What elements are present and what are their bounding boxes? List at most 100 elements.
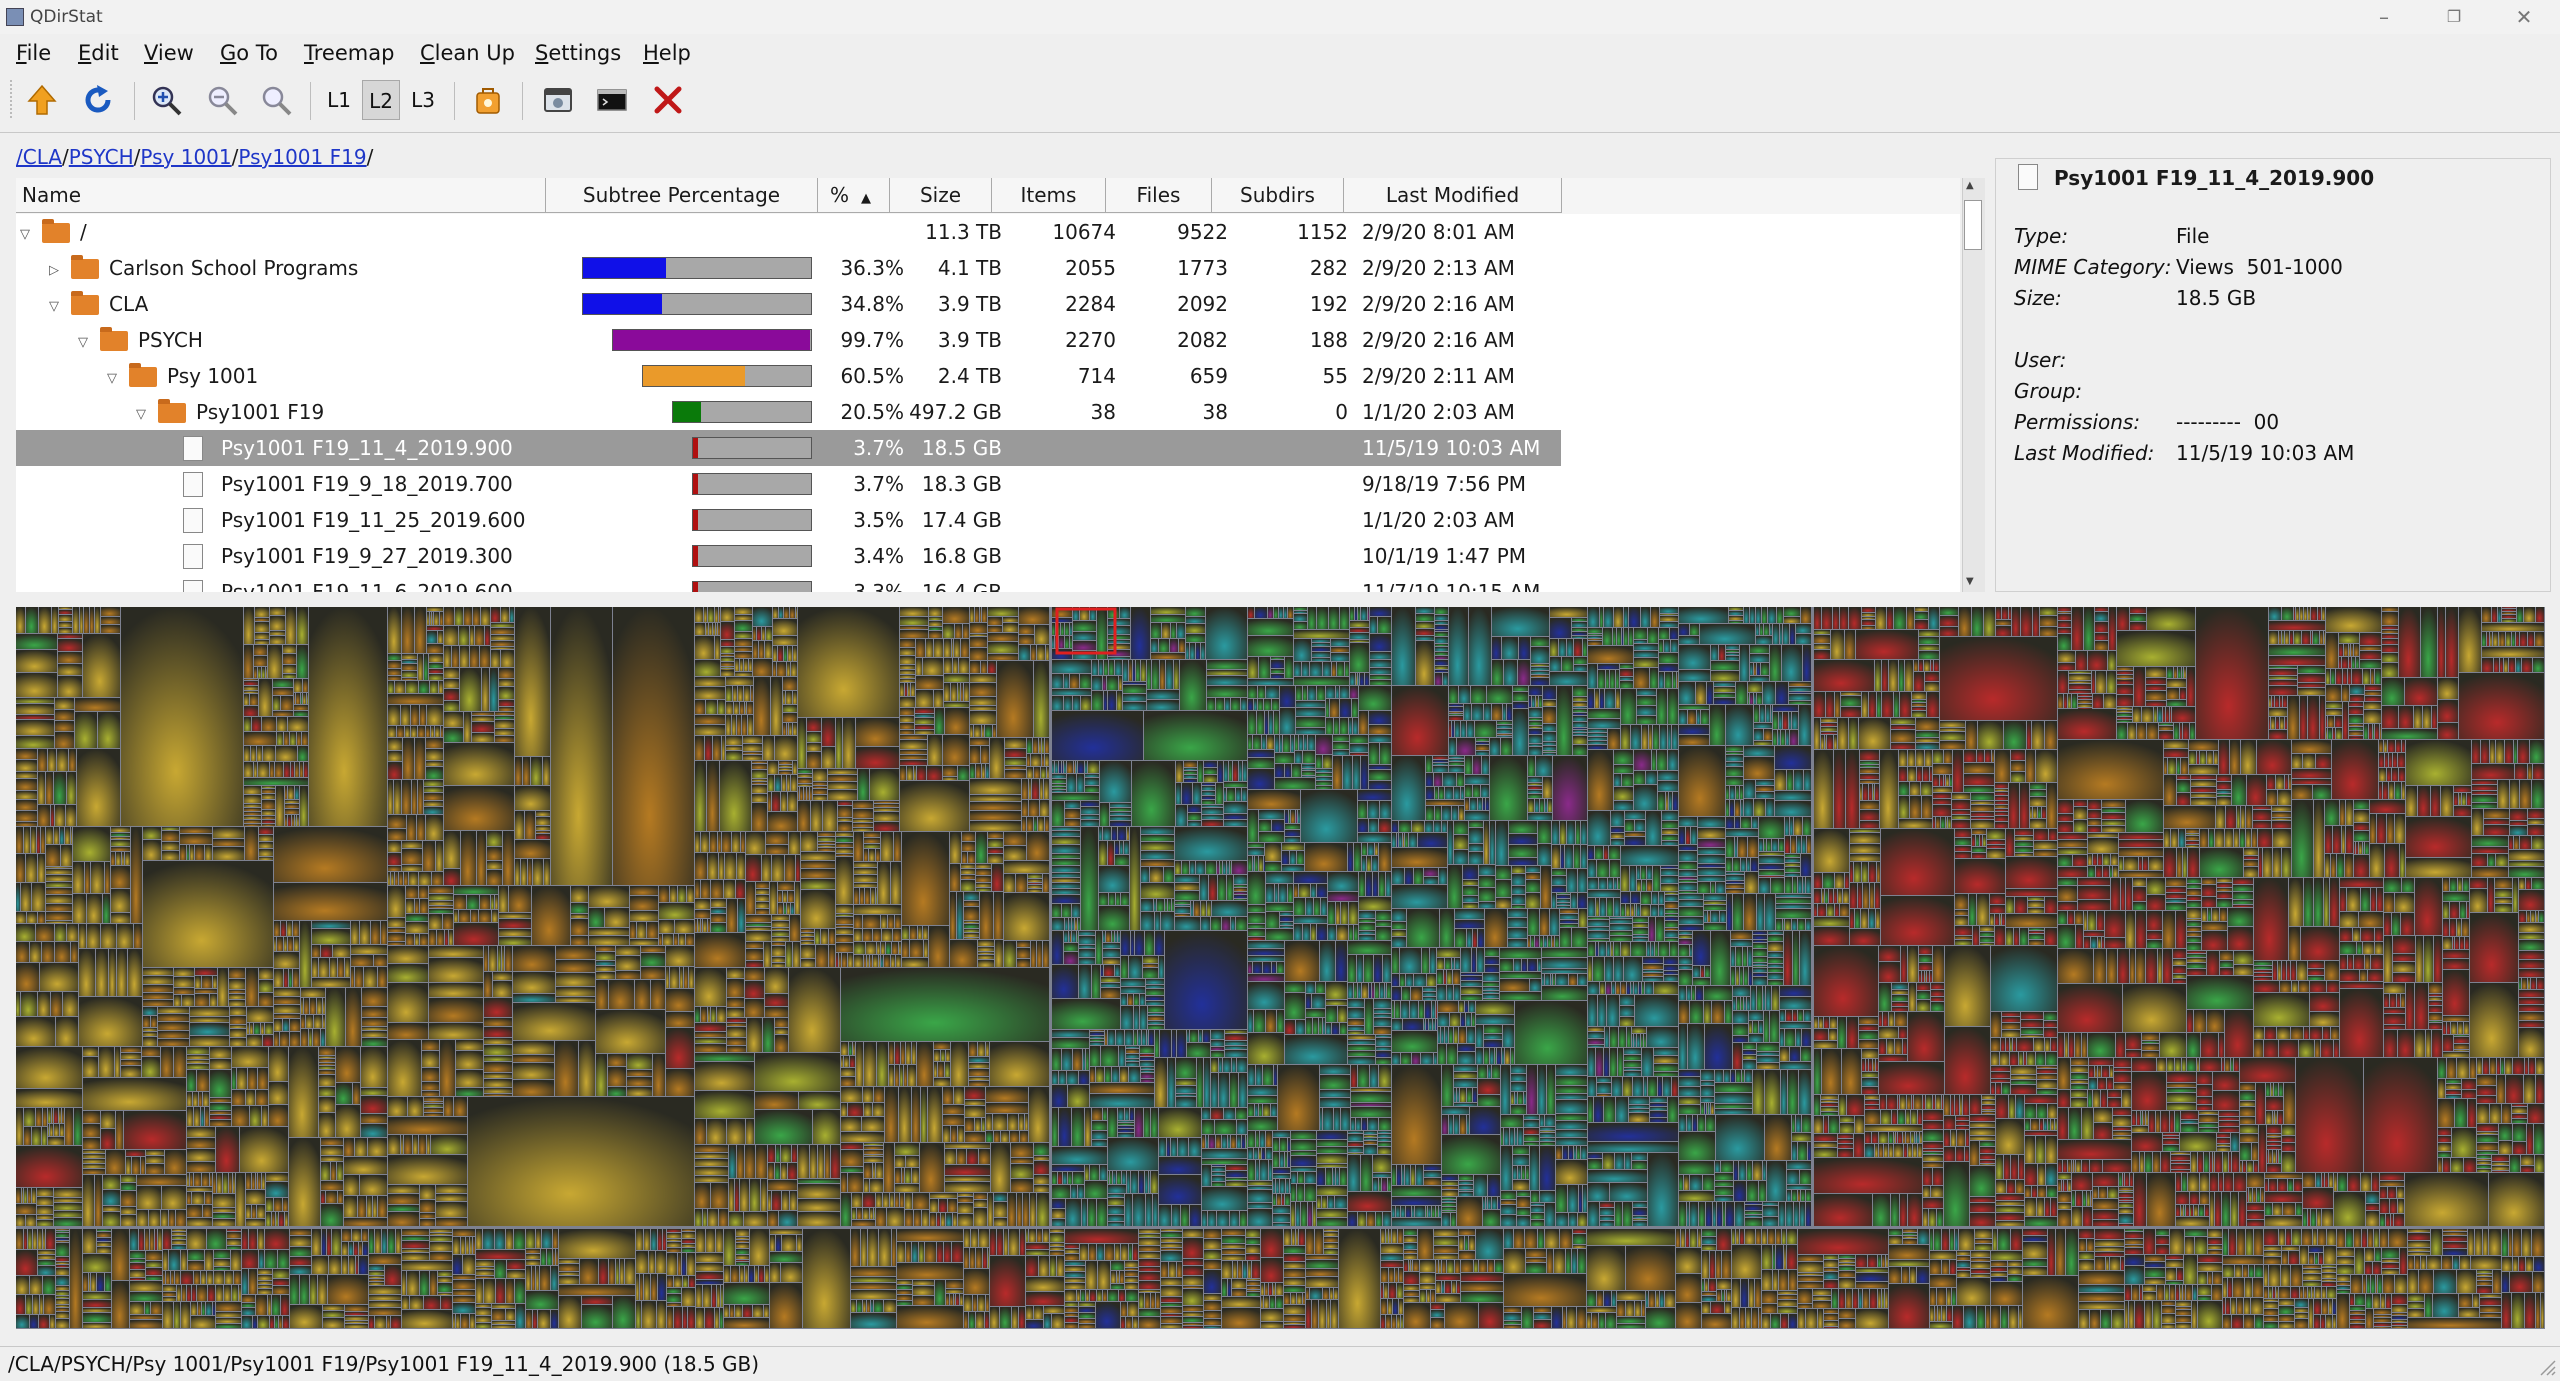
treemap-tile[interactable] [1399, 821, 1411, 832]
treemap-tile[interactable] [1331, 647, 1349, 652]
treemap-tile[interactable] [1110, 821, 1131, 826]
treemap-tile[interactable] [1141, 851, 1174, 859]
treemap-tile[interactable] [1872, 1132, 1878, 1143]
treemap-tile[interactable] [16, 924, 35, 941]
treemap-tile[interactable] [1029, 1087, 1049, 1142]
treemap-tile[interactable] [2040, 607, 2057, 615]
treemap-tile[interactable] [1750, 693, 1753, 704]
treemap-tile[interactable] [1790, 624, 1795, 644]
treemap-tile[interactable] [988, 661, 996, 673]
treemap-tile[interactable] [1226, 1165, 1247, 1170]
treemap-tile[interactable] [1291, 1151, 1316, 1155]
treemap-tile[interactable] [1364, 1135, 1377, 1137]
treemap-tile[interactable] [484, 972, 492, 997]
treemap-tile[interactable] [1359, 711, 1368, 734]
treemap-tile[interactable] [1880, 1095, 1886, 1109]
treemap-tile[interactable] [111, 847, 130, 851]
treemap-tile[interactable] [1515, 1092, 1517, 1104]
treemap-tile[interactable] [721, 662, 734, 666]
treemap-tile[interactable] [1950, 775, 1952, 786]
treemap-tile[interactable] [515, 757, 522, 785]
treemap-tile[interactable] [1567, 821, 1575, 844]
treemap-tile[interactable] [1637, 716, 1656, 724]
treemap-tile[interactable] [1745, 872, 1758, 893]
treemap-tile[interactable] [1634, 644, 1658, 650]
treemap-tile[interactable] [1621, 892, 1630, 903]
treemap-tile[interactable] [46, 869, 72, 874]
treemap-tile[interactable] [902, 958, 928, 967]
treemap-tile[interactable] [1031, 645, 1036, 660]
treemap-tile[interactable] [1485, 948, 1499, 956]
treemap-tile[interactable] [727, 1119, 745, 1144]
treemap-tile[interactable] [1085, 761, 1087, 773]
treemap-tile[interactable] [472, 712, 494, 715]
treemap-tile[interactable] [1710, 705, 1725, 745]
treemap-tile[interactable] [1711, 645, 1718, 660]
treemap-tile[interactable] [1101, 1046, 1118, 1066]
treemap-tile[interactable] [746, 923, 771, 926]
treemap-tile[interactable] [1426, 756, 1432, 772]
treemap-tile[interactable] [994, 1202, 1007, 1217]
treemap-tile[interactable] [1665, 931, 1678, 937]
treemap-tile[interactable] [1560, 909, 1578, 913]
treemap-tile[interactable] [429, 983, 483, 997]
treemap-tile[interactable] [1821, 732, 1837, 734]
treemap-tile[interactable] [1212, 1167, 1225, 1171]
treemap-tile[interactable] [427, 1135, 430, 1154]
treemap-tile[interactable] [1370, 675, 1391, 679]
treemap-tile[interactable] [319, 1059, 335, 1062]
treemap-tile[interactable] [2084, 607, 2094, 650]
treemap-tile[interactable] [65, 1108, 73, 1145]
treemap-tile[interactable] [1825, 889, 1828, 903]
treemap-tile[interactable] [1350, 735, 1368, 743]
treemap-tile[interactable] [745, 968, 764, 980]
treemap-tile[interactable] [1639, 982, 1641, 994]
treemap-tile[interactable] [787, 723, 788, 735]
treemap-tile[interactable] [115, 1047, 120, 1077]
treemap-tile[interactable] [1708, 911, 1710, 922]
treemap-tile[interactable] [1850, 909, 1854, 928]
treemap-tile[interactable] [900, 755, 927, 759]
treemap-tile[interactable] [1297, 851, 1304, 864]
treemap-tile[interactable] [703, 919, 707, 932]
treemap-tile[interactable] [1340, 699, 1351, 717]
treemap-tile[interactable] [1741, 997, 1743, 1010]
treemap-tile[interactable] [1660, 614, 1678, 615]
treemap-tile[interactable] [1248, 750, 1274, 757]
treemap-tile[interactable] [125, 852, 130, 865]
treemap-tile[interactable] [1735, 837, 1737, 857]
treemap-tile[interactable] [1392, 833, 1396, 847]
treemap-tile[interactable] [1756, 780, 1774, 785]
treemap-tile[interactable] [701, 1007, 707, 1022]
treemap-tile[interactable] [240, 1127, 288, 1172]
treemap-tile[interactable] [944, 658, 952, 673]
treemap-tile[interactable] [1436, 1019, 1437, 1030]
treemap-tile[interactable] [1151, 623, 1161, 638]
treemap-tile[interactable] [1783, 624, 1789, 644]
treemap-tile[interactable] [784, 903, 786, 914]
treemap-tile[interactable] [1889, 1144, 1893, 1157]
treemap-tile[interactable] [1373, 1178, 1378, 1191]
treemap-tile[interactable] [83, 1175, 94, 1226]
treemap-tile[interactable] [1248, 735, 1252, 749]
treemap-tile[interactable] [1340, 1168, 1347, 1185]
treemap-tile[interactable] [695, 968, 726, 1006]
treemap-tile[interactable] [1641, 892, 1651, 904]
treemap-tile[interactable] [101, 924, 116, 948]
treemap-tile[interactable] [1743, 1060, 1756, 1069]
treemap-tile[interactable] [1621, 846, 1678, 865]
treemap-tile[interactable] [1850, 844, 1880, 853]
treemap-tile[interactable] [637, 922, 646, 938]
treemap-tile[interactable] [678, 886, 686, 902]
treemap-tile[interactable] [890, 1193, 894, 1207]
treemap-tile[interactable] [1313, 1202, 1316, 1226]
treemap-tile[interactable] [1637, 904, 1640, 916]
treemap-tile[interactable] [1524, 1128, 1539, 1134]
treemap-tile[interactable] [344, 1196, 357, 1217]
treemap-tile[interactable] [1103, 931, 1105, 942]
treemap-tile[interactable] [1933, 1168, 1943, 1185]
treemap-tile[interactable] [1004, 832, 1026, 845]
treemap-tile[interactable] [1711, 1103, 1714, 1114]
treemap-tile[interactable] [190, 845, 194, 860]
treemap-tile[interactable] [1814, 1194, 1872, 1226]
